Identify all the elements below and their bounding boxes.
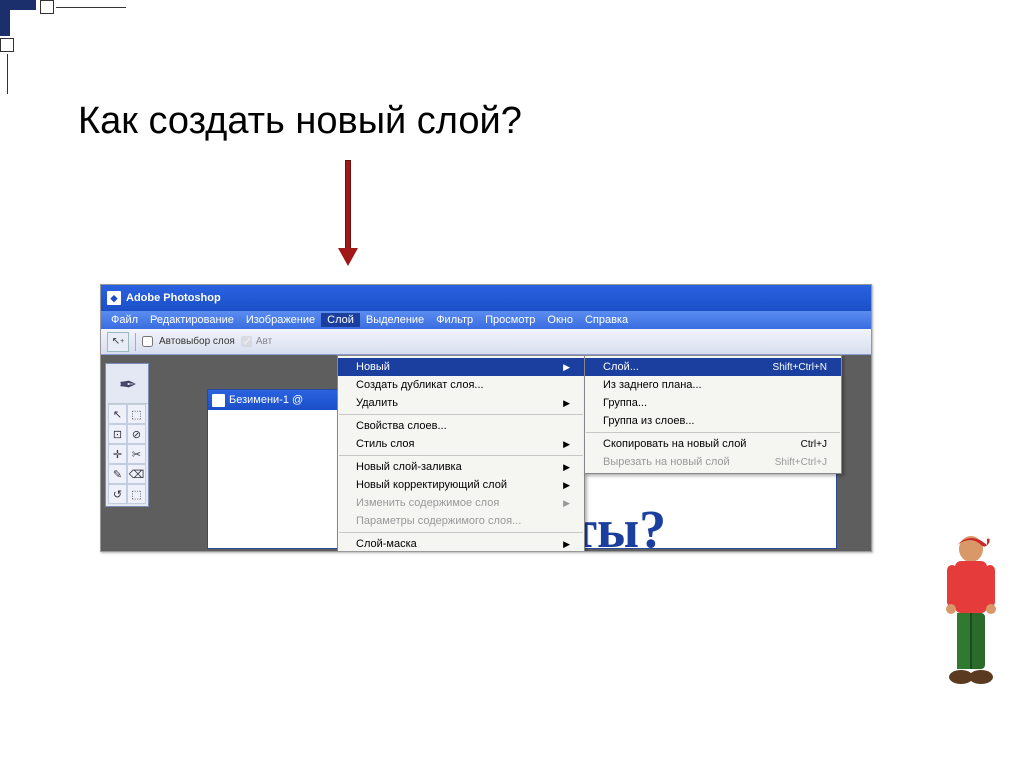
photoshop-icon: ◆: [107, 291, 121, 305]
tool-9[interactable]: ⬚: [127, 484, 146, 504]
menu-item[interactable]: Новый слой-заливка▶: [338, 458, 584, 476]
document-icon: [212, 394, 225, 407]
auto-select-layer-checkbox[interactable]: [142, 336, 153, 347]
menu-выделение[interactable]: Выделение: [360, 313, 430, 327]
menu-item[interactable]: Стиль слоя▶: [338, 435, 584, 453]
app-title: Adobe Photoshop: [126, 292, 221, 304]
menu-item: Вырезать на новый слойShift+Ctrl+J: [585, 453, 841, 471]
tool-8[interactable]: ↺: [108, 484, 127, 504]
menu-item: Изменить содержимое слоя▶: [338, 494, 584, 512]
menu-справка[interactable]: Справка: [579, 313, 634, 327]
slide-decoration: [0, 0, 150, 60]
tool-3[interactable]: ⊘: [127, 424, 146, 444]
tool-2[interactable]: ⊡: [108, 424, 127, 444]
feather-icon: ✒: [108, 366, 148, 404]
layer-menu-dropdown: Новый▶Создать дубликат слоя...Удалить▶ Св…: [337, 355, 585, 552]
toolbox: ✒ ↖⬚⊡⊘✛✂✎⌫↺⬚: [105, 363, 149, 507]
menu-редактирование[interactable]: Редактирование: [144, 313, 240, 327]
menu-item[interactable]: Из заднего плана...: [585, 376, 841, 394]
photoshop-screenshot: ◆ Adobe Photoshop ФайлРедактированиеИзоб…: [100, 284, 872, 552]
menu-item[interactable]: Новый корректирующий слой▶: [338, 476, 584, 494]
menu-item[interactable]: Создать дубликат слоя...: [338, 376, 584, 394]
layer-new-submenu: Слой...Shift+Ctrl+NИз заднего плана...Гр…: [584, 355, 842, 474]
auto-checkbox-2: [241, 336, 252, 347]
auto-label-2: Авт: [256, 336, 272, 347]
arrow-down-icon: [338, 160, 358, 270]
move-tool-indicator[interactable]: ↖+: [107, 332, 129, 352]
menu-item[interactable]: Скопировать на новый слойCtrl+J: [585, 435, 841, 453]
menu-фильтр[interactable]: Фильтр: [430, 313, 479, 327]
menu-item: Параметры содержимого слоя...: [338, 512, 584, 530]
menubar: ФайлРедактированиеИзображениеСлойВыделен…: [101, 311, 871, 329]
tool-4[interactable]: ✛: [108, 444, 127, 464]
menu-item[interactable]: Новый▶: [338, 358, 584, 376]
slide-title: Как создать новый слой?: [78, 100, 522, 143]
tool-0[interactable]: ↖: [108, 404, 127, 424]
menu-item[interactable]: Группа...: [585, 394, 841, 412]
menu-item[interactable]: Свойства слоев...: [338, 417, 584, 435]
tool-7[interactable]: ⌫: [127, 464, 146, 484]
auto-select-layer-label: Автовыбор слоя: [159, 336, 235, 347]
menu-item[interactable]: Группа из слоев...: [585, 412, 841, 430]
tool-6[interactable]: ✎: [108, 464, 127, 484]
menu-окно[interactable]: Окно: [541, 313, 579, 327]
work-area: ✒ ↖⬚⊡⊘✛✂✎⌫↺⬚ Безимени-1 @ фекты? Новый▶С…: [101, 355, 871, 551]
document-title: Безимени-1 @: [229, 394, 303, 406]
menu-слой[interactable]: Слой: [321, 313, 360, 327]
menu-item[interactable]: Слой...Shift+Ctrl+N: [585, 358, 841, 376]
menu-item[interactable]: Слой-маска▶: [338, 535, 584, 552]
character-graphic: [933, 527, 1009, 707]
tool-5[interactable]: ✂: [127, 444, 146, 464]
menu-item[interactable]: Удалить▶: [338, 394, 584, 412]
menu-просмотр[interactable]: Просмотр: [479, 313, 541, 327]
app-titlebar: ◆ Adobe Photoshop: [101, 285, 871, 311]
menu-файл[interactable]: Файл: [105, 313, 144, 327]
menu-изображение[interactable]: Изображение: [240, 313, 321, 327]
options-bar: ↖+ Автовыбор слоя Авт: [101, 329, 871, 355]
tool-1[interactable]: ⬚: [127, 404, 146, 424]
